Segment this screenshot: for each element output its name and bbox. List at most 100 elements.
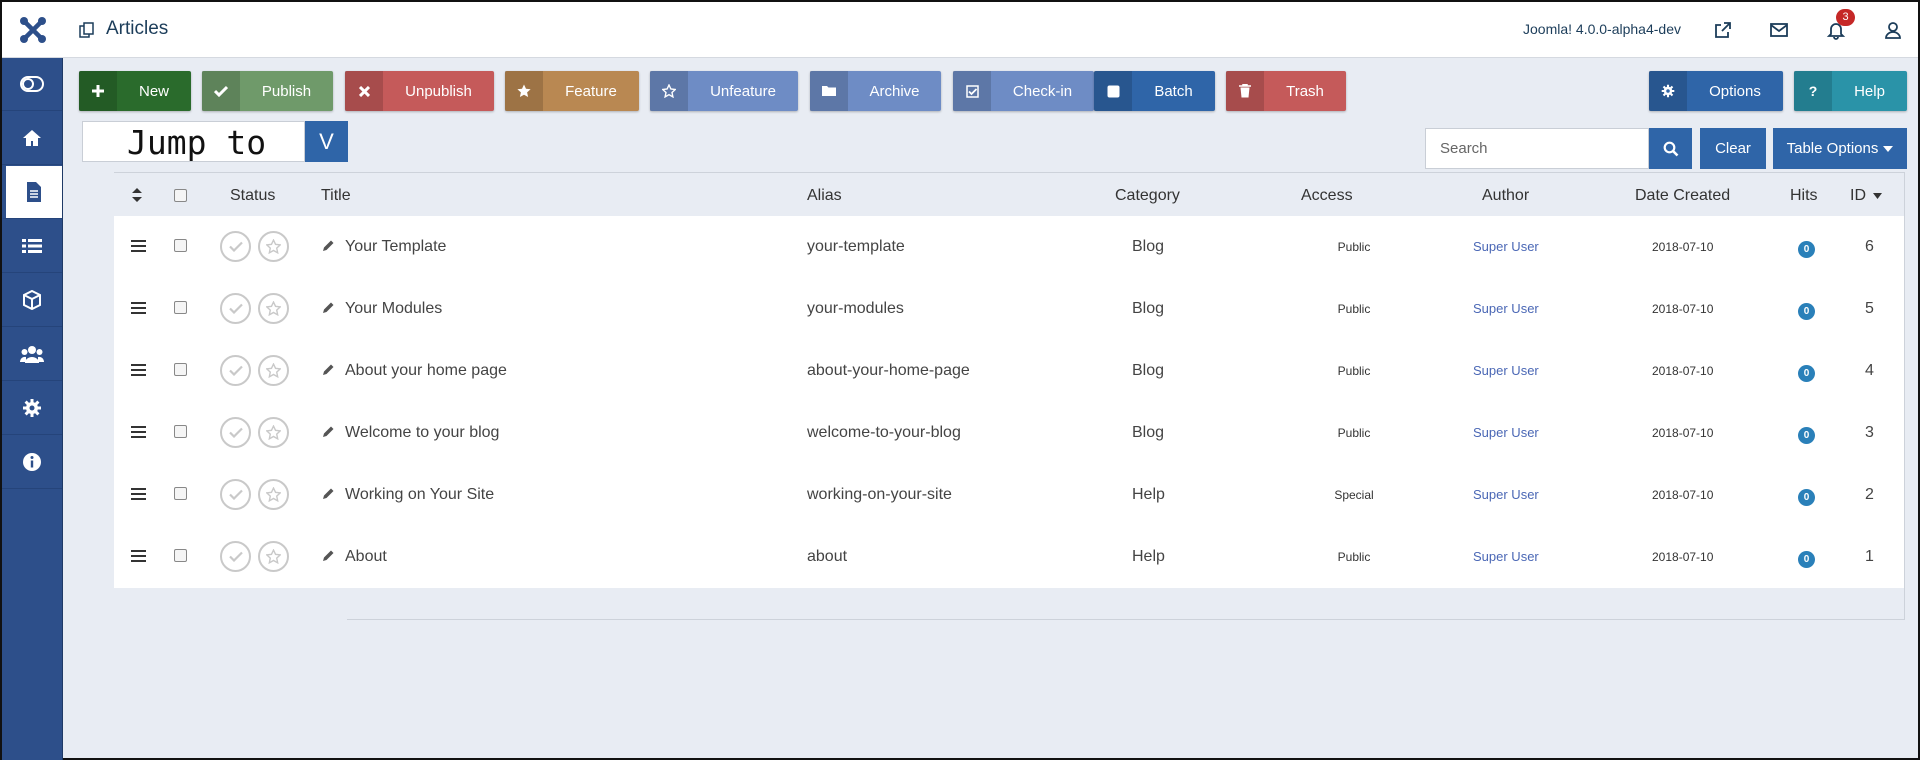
article-category: Help	[1132, 548, 1165, 565]
publish-toggle-icon[interactable]	[220, 355, 251, 386]
batch-button-label: Batch	[1154, 82, 1193, 100]
checkin-button[interactable]: Check-in	[953, 71, 1094, 111]
sidebar-articles-icon[interactable]	[2, 166, 62, 219]
new-button[interactable]: New	[79, 71, 191, 111]
article-title-link[interactable]: About	[345, 548, 387, 566]
sort-order-icon[interactable]	[132, 188, 142, 207]
options-button[interactable]: Options	[1649, 71, 1783, 111]
header-alias[interactable]: Alias	[807, 187, 842, 205]
featured-toggle-icon[interactable]	[258, 231, 289, 262]
article-title-link[interactable]: About your home page	[345, 362, 507, 380]
article-author-link[interactable]: Super User	[1473, 363, 1539, 378]
sidebar-info-icon[interactable]	[2, 436, 62, 489]
publish-toggle-icon[interactable]	[220, 479, 251, 510]
header-date-created[interactable]: Date Created	[1635, 187, 1730, 205]
article-alias: about	[807, 548, 848, 565]
row-checkbox[interactable]	[174, 425, 187, 438]
article-author-link[interactable]: Super User	[1473, 487, 1539, 502]
row-checkbox[interactable]	[174, 239, 187, 252]
header-access[interactable]: Access	[1301, 187, 1353, 205]
batch-button[interactable]: Batch	[1094, 71, 1215, 111]
table-options-button[interactable]: Table Options	[1773, 128, 1907, 169]
header-title[interactable]: Title	[321, 187, 351, 205]
article-access: Public	[1337, 426, 1371, 440]
article-hits-badge: 0	[1798, 365, 1815, 382]
article-title-link[interactable]: Working on Your Site	[345, 486, 494, 504]
publish-button[interactable]: Publish	[202, 71, 333, 111]
featured-toggle-icon[interactable]	[258, 479, 289, 510]
article-author-link[interactable]: Super User	[1473, 301, 1539, 316]
sidebar-extensions-icon[interactable]	[2, 274, 62, 327]
clear-button[interactable]: Clear	[1700, 128, 1766, 169]
joomla-logo[interactable]	[2, 2, 63, 58]
drag-handle-icon[interactable]	[131, 425, 146, 443]
featured-toggle-icon[interactable]	[258, 417, 289, 448]
header-status[interactable]: Status	[230, 187, 275, 205]
sidebar-settings-icon[interactable]	[2, 382, 62, 435]
article-author-link[interactable]: Super User	[1473, 239, 1539, 254]
help-button-label: Help	[1854, 82, 1885, 100]
table-header: Status Title Alias Category Access Autho…	[114, 172, 1904, 216]
featured-toggle-icon[interactable]	[258, 293, 289, 324]
user-icon[interactable]	[1881, 18, 1905, 42]
unpublish-button[interactable]: Unpublish	[345, 71, 494, 111]
edit-pencil-icon	[321, 301, 335, 320]
sidebar-home-icon[interactable]	[2, 112, 62, 165]
article-author-link[interactable]: Super User	[1473, 549, 1539, 564]
jump-to-field[interactable]: Jump to	[82, 121, 305, 162]
drag-handle-icon[interactable]	[131, 239, 146, 257]
drag-handle-icon[interactable]	[131, 549, 146, 567]
featured-toggle-icon[interactable]	[258, 355, 289, 386]
plus-icon	[79, 71, 117, 111]
article-title-link[interactable]: Your Modules	[345, 300, 442, 318]
header-author[interactable]: Author	[1482, 187, 1529, 205]
article-id: 2	[1865, 486, 1874, 503]
row-checkbox[interactable]	[174, 549, 187, 562]
publish-toggle-icon[interactable]	[220, 231, 251, 262]
edit-pencil-icon	[321, 239, 335, 258]
row-checkbox[interactable]	[174, 363, 187, 376]
help-button[interactable]: ? Help	[1794, 71, 1907, 111]
drag-handle-icon[interactable]	[131, 363, 146, 381]
header-hits[interactable]: Hits	[1790, 187, 1818, 205]
unfeature-button[interactable]: Unfeature	[650, 71, 798, 111]
search-button[interactable]	[1649, 128, 1692, 169]
publish-toggle-icon[interactable]	[220, 417, 251, 448]
feature-button-label: Feature	[565, 82, 617, 100]
sidebar-toggle-icon[interactable]	[2, 58, 62, 111]
article-author-link[interactable]: Super User	[1473, 425, 1539, 440]
article-category: Blog	[1132, 362, 1165, 379]
drag-handle-icon[interactable]	[131, 487, 146, 505]
header-id[interactable]: ID	[1850, 187, 1883, 205]
search-input[interactable]: Search	[1425, 128, 1649, 169]
article-category: Blog	[1132, 424, 1165, 441]
article-title-link[interactable]: Welcome to your blog	[345, 424, 499, 442]
table-border	[1904, 172, 1905, 620]
row-checkbox[interactable]	[174, 487, 187, 500]
version-link[interactable]: Joomla! 4.0.0-alpha4-dev	[1523, 21, 1681, 37]
publish-toggle-icon[interactable]	[220, 541, 251, 572]
row-checkbox[interactable]	[174, 301, 187, 314]
featured-toggle-icon[interactable]	[258, 541, 289, 572]
external-link-icon[interactable]	[1711, 18, 1735, 42]
sort-desc-icon	[1873, 192, 1883, 199]
jump-to-button[interactable]: V	[305, 121, 348, 162]
feature-button[interactable]: Feature	[505, 71, 639, 111]
archive-button[interactable]: Archive	[810, 71, 941, 111]
article-alias: welcome-to-your-blog	[807, 424, 961, 441]
table-row: Your Template your-template Blog Public …	[114, 216, 1904, 278]
publish-toggle-icon[interactable]	[220, 293, 251, 324]
table-options-label: Table Options	[1786, 140, 1879, 157]
sidebar-list-icon[interactable]	[2, 220, 62, 273]
header-category[interactable]: Category	[1115, 187, 1180, 205]
article-title-link[interactable]: Your Template	[345, 238, 446, 256]
drag-handle-icon[interactable]	[131, 301, 146, 319]
sidebar-users-icon[interactable]	[2, 328, 62, 381]
select-all-checkbox[interactable]	[174, 189, 187, 202]
table-row: About your home page about-your-home-pag…	[114, 340, 1904, 402]
mail-icon[interactable]	[1767, 18, 1791, 42]
notification-badge: 3	[1836, 9, 1855, 26]
trash-button[interactable]: Trash	[1226, 71, 1346, 111]
edit-pencil-icon	[321, 549, 335, 568]
header-id-label: ID	[1850, 187, 1866, 204]
